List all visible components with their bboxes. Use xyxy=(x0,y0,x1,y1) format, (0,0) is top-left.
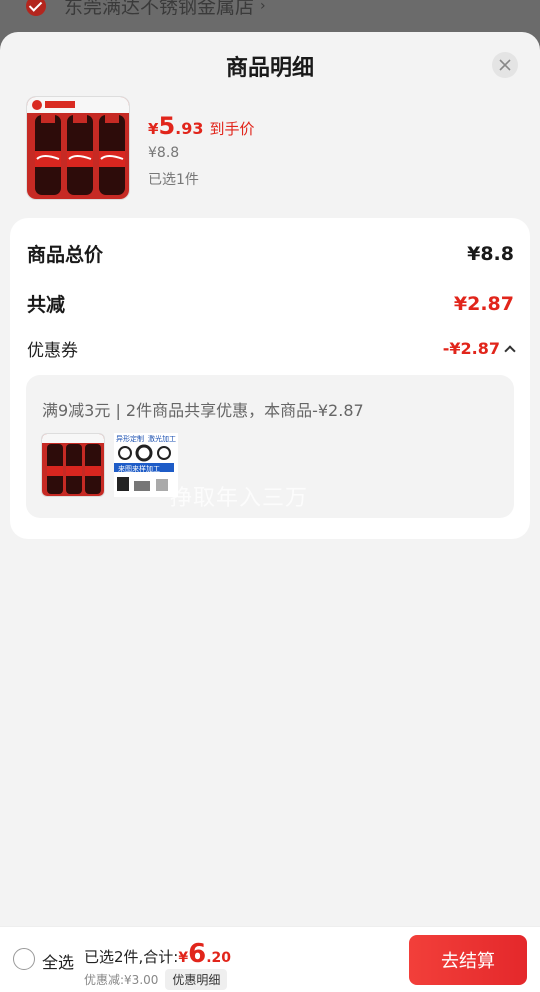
summary-total-decimal: .20 xyxy=(206,950,232,966)
background-store-name: 东莞满达不锈钢金属店 xyxy=(64,0,255,18)
summary-total-integer: 6 xyxy=(188,939,207,969)
promo-item-image-steel[interactable]: 异形定制 激光加工 来图来样加工 xyxy=(114,433,178,497)
watermark: 挣取年入三万 xyxy=(170,486,309,511)
original-price: ¥8.8 xyxy=(148,145,180,161)
discount-detail-button[interactable]: 优惠明细 xyxy=(165,969,228,990)
coupon-value-wrap: -¥2.87 xyxy=(442,339,516,358)
discount-line: 优惠减:¥3.00 优惠明细 xyxy=(84,969,228,990)
cola-thumbnail-image xyxy=(42,434,104,496)
final-price: ¥ 5 .93 到手价 xyxy=(148,112,255,140)
reduced-row: 共减 ¥2.87 xyxy=(27,290,514,317)
checkout-bar: 全选 已选2件,合计: ¥ 6 .20 优惠减:¥3.00 优惠明细 去结算 xyxy=(0,926,540,992)
check-icon xyxy=(26,0,46,16)
total-value: ¥8.8 xyxy=(467,242,514,265)
chevron-right-icon: › xyxy=(260,0,266,14)
discount-text: 优惠减:¥3.00 xyxy=(84,973,159,987)
summary-prefix: 已选2件,合计: xyxy=(84,948,179,966)
product-image[interactable] xyxy=(26,96,130,200)
price-currency: ¥ xyxy=(148,120,159,138)
close-button[interactable] xyxy=(492,52,518,78)
reduced-value: ¥2.87 xyxy=(453,292,514,315)
reduced-label: 共减 xyxy=(27,294,66,316)
sheet-title: 商品明细 xyxy=(225,56,314,81)
promo-item-image-cola[interactable] xyxy=(41,433,105,497)
checkout-button[interactable]: 去结算 xyxy=(409,935,527,985)
steel-item-bottom-label: 来图来样加工 xyxy=(118,465,160,473)
summary-currency: ¥ xyxy=(178,950,189,966)
coupon-row[interactable]: 优惠券 -¥2.87 xyxy=(27,336,516,361)
price-integer: 5 xyxy=(158,112,176,140)
product-detail-sheet: 商品明细 ¥ 5 .93 到手价 ¥8.8 已选1件 商品总价 ¥8.8 共减 … xyxy=(0,32,540,992)
cola-bottles-image xyxy=(27,97,129,199)
total-label: 商品总价 xyxy=(27,244,104,266)
price-decimal: .93 xyxy=(175,119,204,138)
select-all-checkbox[interactable] xyxy=(13,948,35,970)
close-icon xyxy=(499,59,511,71)
price-tag: 到手价 xyxy=(209,120,255,138)
select-all-label[interactable]: 全选 xyxy=(42,949,74,973)
coupon-label: 优惠券 xyxy=(27,341,78,361)
total-row: 商品总价 ¥8.8 xyxy=(27,240,514,267)
order-summary: 已选2件,合计: ¥ 6 .20 xyxy=(84,939,231,969)
selected-count: 已选1件 xyxy=(148,172,199,188)
promo-text: 满9减3元 | 2件商品共享优惠，本商品-¥2.87 xyxy=(42,401,364,420)
coupon-value: -¥2.87 xyxy=(442,339,500,358)
background-store-row: 东莞满达不锈钢金属店 › xyxy=(26,0,266,19)
chevron-up-icon[interactable] xyxy=(504,345,516,357)
